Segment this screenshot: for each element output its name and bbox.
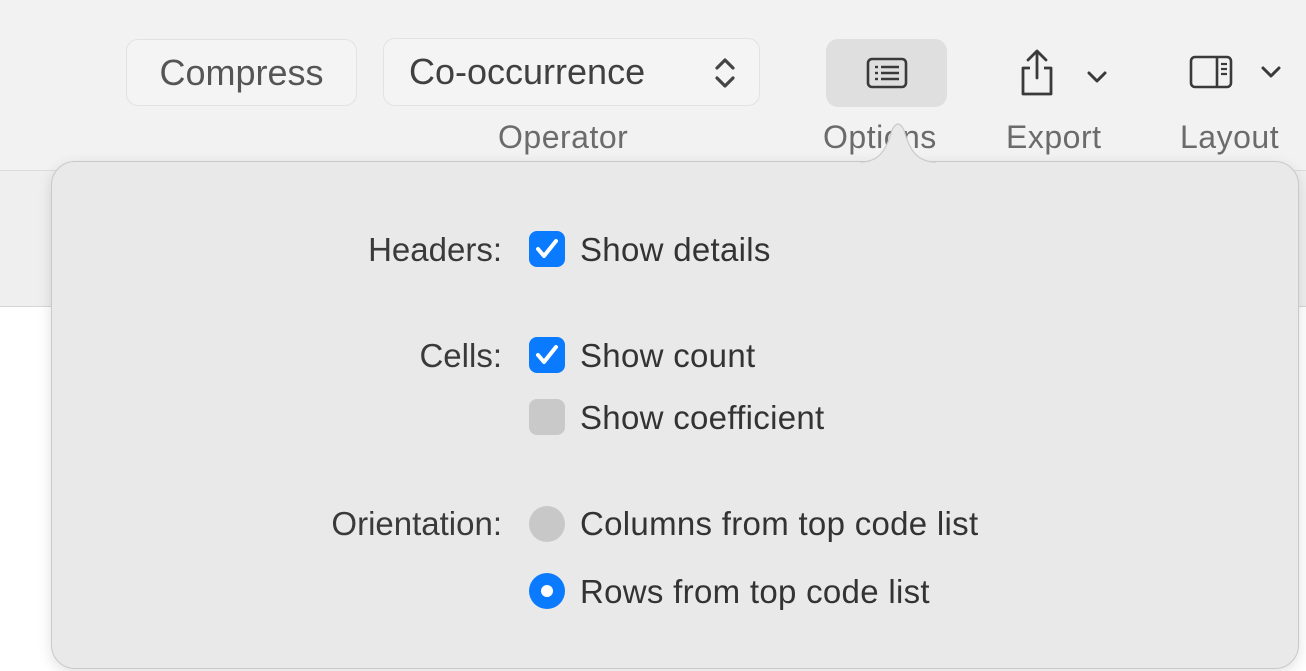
rows-from-top-radio[interactable] bbox=[529, 573, 565, 609]
rows-from-top-label[interactable]: Rows from top code list bbox=[580, 573, 930, 611]
options-popover: Headers: Show details Cells: Show count … bbox=[51, 161, 1299, 669]
compress-button[interactable]: Compress bbox=[126, 39, 357, 106]
chevron-down-icon bbox=[1261, 66, 1281, 78]
compress-button-label: Compress bbox=[159, 51, 324, 93]
chevron-down-icon bbox=[1087, 71, 1107, 83]
show-count-label[interactable]: Show count bbox=[580, 337, 755, 375]
list-icon bbox=[866, 57, 907, 89]
layout-label: Layout bbox=[1180, 119, 1280, 155]
columns-from-top-label[interactable]: Columns from top code list bbox=[580, 505, 978, 543]
checkmark-icon bbox=[536, 239, 558, 258]
orientation-label: Orientation: bbox=[331, 505, 502, 542]
sidebar-layout-icon bbox=[1189, 55, 1233, 89]
columns-from-top-radio[interactable] bbox=[529, 506, 565, 542]
cells-label: Cells: bbox=[419, 337, 502, 374]
operator-select[interactable]: Co-occurrence bbox=[383, 38, 760, 106]
popover-arrow bbox=[859, 123, 937, 163]
show-details-label[interactable]: Show details bbox=[580, 231, 771, 269]
layout-button[interactable] bbox=[1188, 52, 1298, 96]
operator-select-value: Co-occurrence bbox=[409, 51, 646, 92]
share-icon bbox=[1021, 49, 1053, 96]
show-count-checkbox[interactable] bbox=[529, 337, 565, 373]
show-coefficient-checkbox[interactable] bbox=[529, 399, 565, 435]
updown-chevron-icon bbox=[715, 58, 735, 88]
show-details-checkbox[interactable] bbox=[529, 231, 565, 267]
headers-label: Headers: bbox=[368, 231, 502, 268]
checkmark-icon bbox=[536, 345, 558, 364]
export-button[interactable] bbox=[1015, 48, 1125, 102]
export-label: Export bbox=[1006, 119, 1102, 155]
show-coefficient-label[interactable]: Show coefficient bbox=[580, 399, 825, 437]
options-button[interactable] bbox=[826, 39, 947, 107]
operator-label: Operator bbox=[498, 119, 629, 155]
